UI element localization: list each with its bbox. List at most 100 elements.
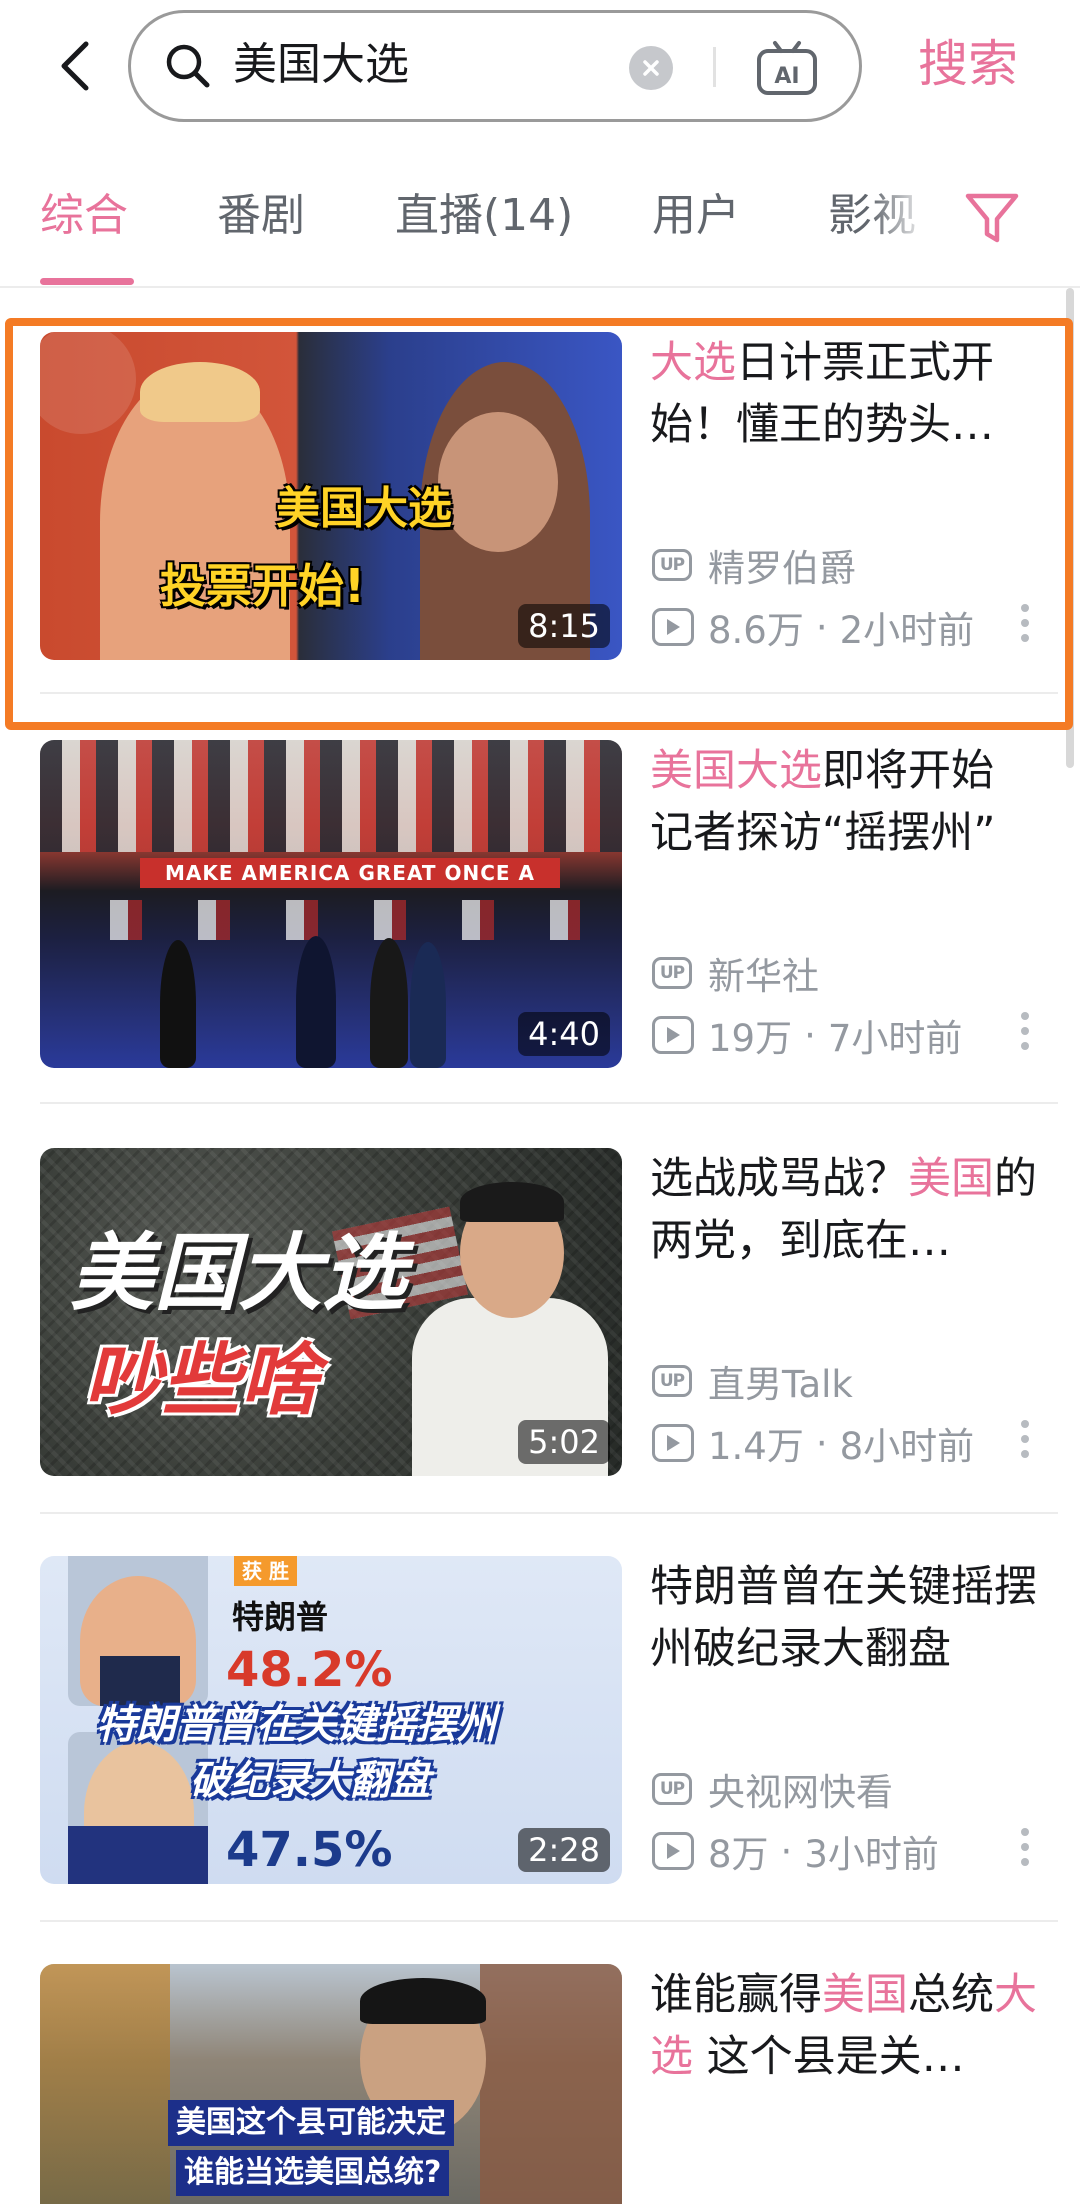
title-text: 总统 — [908, 1970, 994, 2020]
video-thumbnail[interactable]: 美国这个县可能决定 谁能当选美国总统? — [40, 1964, 622, 2204]
more-dot-icon — [1021, 634, 1029, 642]
publish-time: 3小时前 — [804, 1833, 939, 1876]
more-dot-icon — [1021, 1420, 1029, 1428]
view-count: 1.4万 — [708, 1425, 804, 1468]
list-divider — [40, 692, 1058, 694]
title-keyword: 美国 — [822, 1970, 908, 2020]
tab-comprehensive[interactable]: 综合 — [40, 186, 128, 246]
tab-users[interactable]: 用户 — [652, 186, 740, 246]
thumb-figure — [160, 940, 196, 1068]
close-icon — [643, 60, 659, 76]
thumb-crowd — [40, 740, 622, 852]
video-result[interactable]: MAKE AMERICA GREAT ONCE A 4:40 美国大选即将开始 … — [0, 740, 1080, 1150]
tabs-divider — [0, 286, 1080, 288]
thumb-caption: 谁能当选美国总统? — [176, 2150, 450, 2196]
up-badge-icon: UP — [652, 549, 692, 581]
up-badge-icon: UP — [652, 957, 692, 989]
more-options-button[interactable] — [1018, 1012, 1032, 1058]
video-duration: 5:02 — [518, 1420, 610, 1464]
search-input[interactable]: 美国大选 AI — [128, 10, 862, 122]
thumb-figure — [296, 936, 336, 1068]
thumb-figure — [410, 942, 446, 1068]
video-result[interactable]: 美国大选 吵些啥 5:02 选战成骂战？美国的两党，到底在… UP 直男Talk… — [0, 1148, 1080, 1558]
stats-row: 1.4万 · 8小时前 — [652, 1418, 974, 1468]
search-query[interactable]: 美国大选 — [233, 37, 409, 93]
stats-row: 19万 · 7小时前 — [652, 1010, 962, 1060]
play-count-icon — [652, 1832, 694, 1870]
video-thumbnail[interactable]: 美国大选 吵些啥 5:02 — [40, 1148, 622, 1476]
video-title[interactable]: 美国大选即将开始 记者探访“摇摆州” — [650, 740, 1046, 864]
svg-text:AI: AI — [774, 64, 799, 89]
thumb-percent: 48.2% — [226, 1642, 393, 1698]
video-title[interactable]: 大选日计票正式开始！懂王的势头… — [650, 332, 1046, 456]
play-count-icon — [652, 1424, 694, 1462]
back-button[interactable] — [44, 30, 104, 102]
thumb-tag: 获 胜 — [234, 1556, 297, 1586]
video-title[interactable]: 谁能赢得美国总统大选 这个县是关… — [650, 1964, 1046, 2088]
more-dot-icon — [1021, 1435, 1029, 1443]
video-title[interactable]: 特朗普曾在关键摇摆州破纪录大翻盘 — [650, 1556, 1046, 1680]
uploader-name: 精罗伯爵 — [708, 547, 856, 590]
thumb-caption: 美国大选 — [70, 1224, 407, 1322]
uploader-row[interactable]: UP 央视网快看 — [652, 1764, 893, 1814]
party-logo — [40, 332, 136, 434]
title-text: 选战成骂战？ — [650, 1154, 908, 1204]
uploader-row[interactable]: UP 精罗伯爵 — [652, 540, 856, 590]
list-divider — [40, 1920, 1058, 1922]
title-text: 谁能赢得 — [650, 1970, 822, 2020]
video-thumbnail[interactable]: MAKE AMERICA GREAT ONCE A 4:40 — [40, 740, 622, 1068]
chevron-left-icon — [61, 41, 89, 91]
video-thumbnail[interactable]: 美国大选 投票开始! 8:15 — [40, 332, 622, 660]
thumb-caption: 吵些啥 — [84, 1336, 319, 1426]
more-dot-icon — [1021, 1843, 1029, 1851]
more-options-button[interactable] — [1018, 1828, 1032, 1874]
result-tabs: 综合 番剧 直播(14) 用户 影视 — [0, 180, 1080, 286]
uploader-name: 直男Talk — [708, 1363, 853, 1406]
stats-row: 8.6万 · 2小时前 — [652, 602, 974, 652]
separator: · — [815, 1421, 828, 1465]
list-divider — [40, 1102, 1058, 1104]
ai-search-button[interactable]: AI — [755, 39, 819, 103]
thumb-building — [480, 1964, 622, 2204]
uploader-name: 央视网快看 — [708, 1771, 893, 1814]
search-header: 美国大选 AI 搜索 — [0, 0, 1080, 135]
view-count: 8万 — [708, 1833, 769, 1876]
video-thumbnail[interactable]: 获 胜 特朗普 48.2% 47.5% 特朗普曾在关键摇摆州 破纪录大翻盘 2:… — [40, 1556, 622, 1884]
thumb-trees — [40, 1964, 170, 2204]
publish-time: 7小时前 — [827, 1017, 963, 1060]
play-count-icon — [652, 1016, 694, 1054]
thumb-reporter-hair — [360, 1978, 486, 2024]
video-title[interactable]: 选战成骂战？美国的两党，到底在… — [650, 1148, 1046, 1272]
video-result[interactable]: 美国这个县可能决定 谁能当选美国总统? 谁能赢得美国总统大选 这个县是关… — [0, 1964, 1080, 2204]
publish-time: 2小时前 — [839, 609, 975, 652]
tab-anime[interactable]: 番剧 — [217, 186, 305, 246]
video-duration: 2:28 — [518, 1828, 610, 1872]
up-badge-icon: UP — [652, 1365, 692, 1397]
more-dot-icon — [1021, 1450, 1029, 1458]
uploader-row[interactable]: UP 直男Talk — [652, 1356, 853, 1406]
video-result[interactable]: 获 胜 特朗普 48.2% 47.5% 特朗普曾在关键摇摆州 破纪录大翻盘 2:… — [0, 1556, 1080, 1966]
uploader-row[interactable]: UP 新华社 — [652, 948, 819, 998]
video-result[interactable]: 美国大选 投票开始! 8:15 大选日计票正式开始！懂王的势头… UP 精罗伯爵… — [0, 332, 1080, 742]
filter-icon — [965, 193, 1019, 243]
thumb-presenter-hair — [460, 1182, 564, 1222]
up-badge-icon: UP — [652, 1773, 692, 1805]
clear-search-button[interactable] — [629, 46, 673, 90]
more-options-button[interactable] — [1018, 1420, 1032, 1466]
video-duration: 4:40 — [518, 1012, 610, 1056]
thumb-face-right — [438, 412, 558, 552]
ai-tv-icon: AI — [757, 41, 817, 95]
tab-live[interactable]: 直播(14) — [395, 186, 573, 246]
title-keyword: 大选 — [650, 338, 736, 388]
more-options-button[interactable] — [1018, 604, 1032, 650]
list-divider — [40, 1512, 1058, 1514]
thumb-caption: 投票开始! — [160, 559, 365, 613]
title-keyword: 美国大选 — [650, 746, 822, 796]
filter-button[interactable] — [962, 188, 1022, 252]
more-dot-icon — [1021, 1828, 1029, 1836]
more-dot-icon — [1021, 619, 1029, 627]
search-submit-button[interactable]: 搜索 — [918, 32, 1018, 96]
thumb-hair — [140, 362, 260, 422]
thumb-percent: 47.5% — [226, 1822, 393, 1878]
thumb-banner: MAKE AMERICA GREAT ONCE A — [140, 858, 560, 888]
